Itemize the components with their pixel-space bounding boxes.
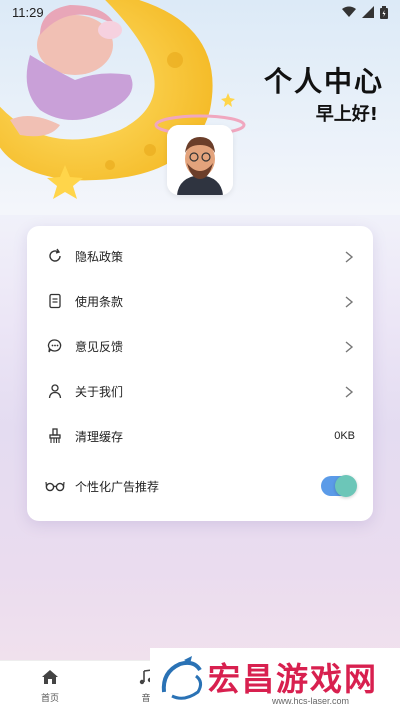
personalized-ads-toggle[interactable] [321,475,357,497]
menu-item-label: 个性化广告推荐 [75,479,160,494]
menu-item-clear-cache[interactable]: 清理缓存 0KB [27,414,373,458]
tab-label: 首页 [40,694,59,704]
menu-item-label: 隐私政策 [75,249,124,264]
page-title: 个人中心 [263,65,384,98]
document-icon [45,291,65,311]
greeting-text: 早上好! [315,104,378,125]
menu-item-privacy-policy[interactable]: 隐私政策 [27,234,373,278]
menu-item-personalized-ads[interactable]: 个性化广告推荐 [27,464,373,508]
menu-item-label: 使用条款 [75,294,124,309]
toggle-knob [335,475,357,497]
brush-icon [45,426,65,446]
refresh-icon [45,246,65,266]
watermark-text: 宏昌游戏网 [208,660,379,698]
status-bar: 11:29 [0,0,400,24]
chat-bubble-icon [45,336,65,356]
tab-home[interactable]: 首页 [30,669,70,704]
chevron-right-icon [343,294,355,308]
chevron-right-icon [343,384,355,398]
settings-card: 隐私政策 使用条款 意见反馈 关于我们 清理缓存 0KB 个性化广告推荐 [27,226,373,521]
watermark-url: www.hcs-laser.com [272,696,350,706]
menu-item-about-us[interactable]: 关于我们 [27,369,373,413]
signal-icon [362,6,374,18]
menu-item-label: 关于我们 [75,384,124,399]
wifi-icon [342,6,356,17]
menu-item-feedback[interactable]: 意见反馈 [27,324,373,368]
avatar[interactable] [167,125,233,195]
glasses-icon [45,476,65,496]
battery-icon [380,5,388,19]
chevron-right-icon [343,249,355,263]
system-icons [342,5,388,19]
home-icon [42,670,58,684]
cache-size-value: 0KB [334,430,355,442]
person-icon [45,381,65,401]
menu-item-terms-of-use[interactable]: 使用条款 [27,279,373,323]
chevron-right-icon [343,339,355,353]
status-time: 11:29 [12,4,44,20]
menu-item-label: 意见反馈 [75,339,124,354]
menu-item-label: 清理缓存 [75,429,124,444]
watermark-logo-icon [161,656,203,700]
watermark: 宏昌游戏网 www.hcs-laser.com [150,648,400,712]
